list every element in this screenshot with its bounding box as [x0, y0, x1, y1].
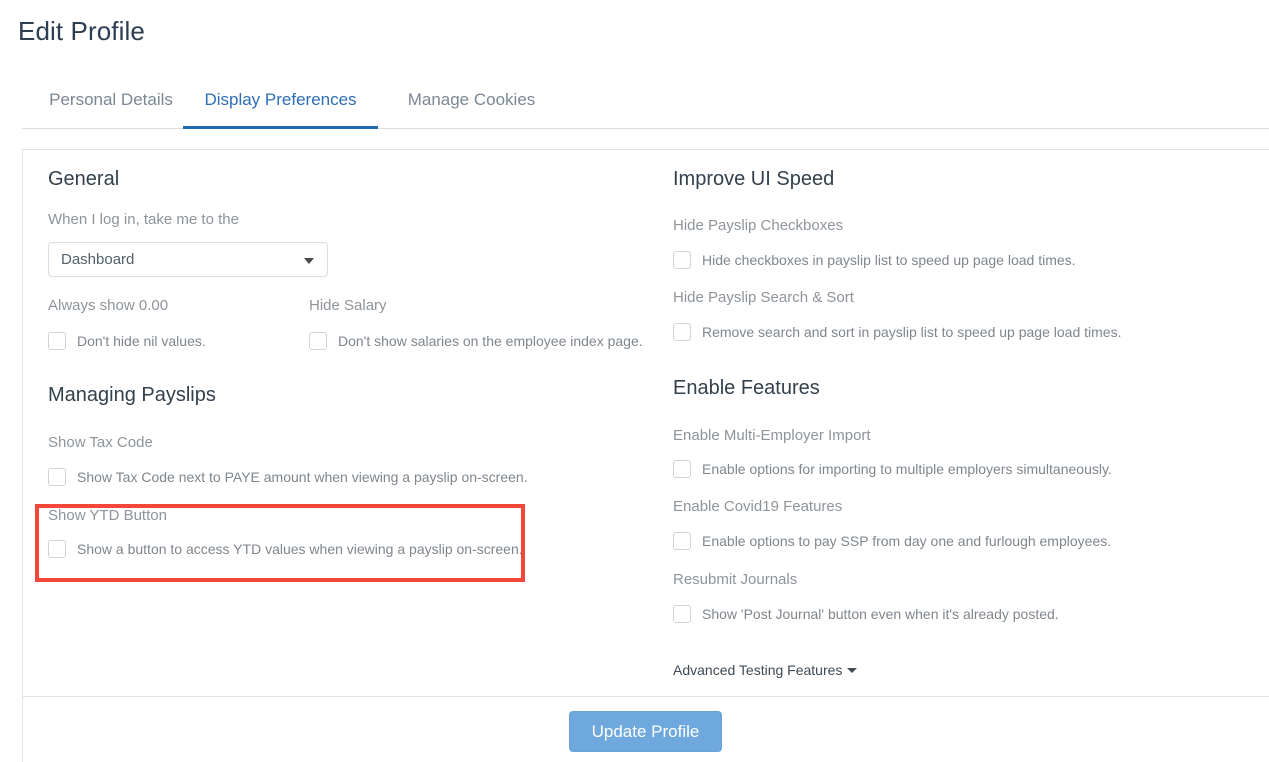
show-tax-code-checkbox[interactable]	[48, 468, 66, 486]
show-ytd-button-checkbox-row[interactable]: Show a button to access YTD values when …	[48, 540, 523, 558]
show-ytd-button-label: Show YTD Button	[48, 507, 167, 524]
hide-salary-label: Hide Salary	[309, 297, 387, 314]
resubmit-journals-label: Resubmit Journals	[673, 571, 798, 588]
tab-personal-details[interactable]: Personal Details	[32, 84, 190, 129]
multi-employer-import-row[interactable]: Enable options for importing to multiple…	[673, 460, 1112, 478]
always-show-checkbox[interactable]	[48, 332, 66, 350]
hide-payslip-checkboxes-checkbox[interactable]	[673, 251, 691, 269]
resubmit-journals-row[interactable]: Show 'Post Journal' button even when it'…	[673, 605, 1059, 623]
covid19-features-row[interactable]: Enable options to pay SSP from day one a…	[673, 532, 1111, 550]
multi-employer-import-checkbox-label: Enable options for importing to multiple…	[702, 461, 1112, 477]
chevron-down-icon	[304, 258, 314, 264]
login-destination-value: Dashboard	[61, 251, 135, 268]
covid19-features-checkbox-label: Enable options to pay SSP from day one a…	[702, 533, 1112, 549]
show-tax-code-checkbox-row[interactable]: Show Tax Code next to PAYE amount when v…	[48, 468, 528, 486]
section-heading-general: General	[48, 168, 120, 190]
login-destination-select[interactable]: Dashboard	[48, 242, 328, 277]
show-ytd-button-checkbox-label: Show a button to access YTD values when …	[77, 541, 523, 557]
hide-payslip-checkboxes-checkbox-label: Hide checkboxes in payslip list to speed…	[702, 252, 1076, 268]
always-show-checkbox-label: Don't hide nil values.	[77, 333, 206, 349]
resubmit-journals-checkbox[interactable]	[673, 605, 691, 623]
edit-profile-page: Edit Profile Personal Details Display Pr…	[0, 0, 1269, 762]
resubmit-journals-checkbox-label: Show 'Post Journal' button even when it'…	[702, 606, 1059, 622]
show-ytd-button-checkbox[interactable]	[48, 540, 66, 558]
tab-display-preferences[interactable]: Display Preferences	[183, 84, 378, 129]
advanced-testing-features-toggle[interactable]: Advanced Testing Features	[673, 662, 858, 678]
hide-payslip-search-sort-label: Hide Payslip Search & Sort	[673, 289, 854, 306]
hide-salary-checkbox-label: Don't show salaries on the employee inde…	[338, 333, 643, 349]
show-tax-code-label: Show Tax Code	[48, 434, 153, 451]
hide-salary-checkbox-row[interactable]: Don't show salaries on the employee inde…	[309, 332, 643, 350]
hide-payslip-search-sort-checkbox[interactable]	[673, 323, 691, 341]
tab-bar: Personal Details Display Preferences Man…	[22, 84, 1269, 129]
hide-payslip-search-sort-row[interactable]: Remove search and sort in payslip list t…	[673, 323, 1121, 341]
section-heading-improve-ui-speed: Improve UI Speed	[673, 168, 835, 190]
page-title: Edit Profile	[18, 16, 145, 46]
show-tax-code-checkbox-label: Show Tax Code next to PAYE amount when v…	[77, 469, 528, 485]
section-heading-managing-payslips: Managing Payslips	[48, 384, 216, 406]
hide-payslip-checkboxes-row[interactable]: Hide checkboxes in payslip list to speed…	[673, 251, 1076, 269]
footer-divider	[23, 696, 1269, 697]
preferences-panel: General When I log in, take me to the Da…	[22, 149, 1269, 762]
covid19-features-label: Enable Covid19 Features	[673, 498, 843, 515]
section-heading-enable-features: Enable Features	[673, 377, 820, 399]
chevron-down-icon	[847, 668, 858, 673]
always-show-label: Always show 0.00	[48, 297, 169, 314]
multi-employer-import-label: Enable Multi-Employer Import	[673, 427, 871, 444]
login-destination-label: When I log in, take me to the	[48, 211, 239, 228]
always-show-checkbox-row[interactable]: Don't hide nil values.	[48, 332, 206, 350]
advanced-testing-features-label: Advanced Testing Features	[673, 662, 843, 678]
tab-manage-cookies[interactable]: Manage Cookies	[394, 84, 549, 129]
update-profile-button[interactable]: Update Profile	[569, 711, 722, 752]
hide-payslip-search-sort-checkbox-label: Remove search and sort in payslip list t…	[702, 324, 1122, 340]
covid19-features-checkbox[interactable]	[673, 532, 691, 550]
hide-salary-checkbox[interactable]	[309, 332, 327, 350]
multi-employer-import-checkbox[interactable]	[673, 460, 691, 478]
hide-payslip-checkboxes-label: Hide Payslip Checkboxes	[673, 217, 844, 234]
